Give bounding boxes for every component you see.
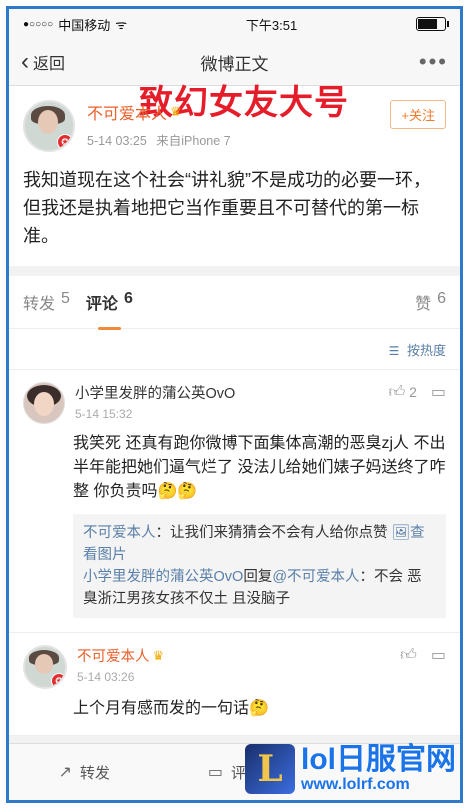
weibo-post: ✪ 不可爱本人 ♛ 5-14 03:25 来自iPhone 7 +关注 我知道现…	[9, 86, 460, 266]
comment-time: 5-14 03:26	[77, 670, 135, 684]
carrier-name: 中国移动	[58, 17, 111, 33]
post-meta: 5-14 03:25 来自iPhone 7	[87, 130, 231, 149]
tab-likes[interactable]: 赞 6	[415, 290, 446, 314]
sort-bar: ☰ 按热度	[9, 329, 460, 370]
watermark-title: lol日服官网	[301, 743, 456, 776]
wifi-icon: ᯤ	[115, 17, 128, 32]
reply-text: ：让我们来猜猜会不会有人给你点赞	[155, 525, 388, 541]
comment-text: 上个月有感而发的一句话🤔	[73, 700, 269, 717]
status-time: 下午3:51	[245, 17, 298, 33]
author-name: 不可爱本人	[87, 106, 168, 123]
reply-author[interactable]: 不可爱本人	[83, 525, 156, 541]
tab-repost-count: 5	[61, 290, 70, 307]
signal-icon: ●○○○○	[23, 18, 54, 30]
tab-comments[interactable]: 评论 6	[85, 290, 133, 330]
post-source: 来自iPhone 7	[156, 134, 231, 148]
repost-label: 转发	[79, 764, 110, 782]
nav-bar: ‹ 返回 微博正文 •••	[9, 39, 460, 86]
tab-comments-count: 6	[123, 290, 133, 307]
battery-icon	[416, 17, 449, 31]
tab-likes-label: 赞	[415, 296, 432, 313]
sort-button[interactable]: ☰ 按热度	[389, 340, 446, 359]
post-text: 我知道现在这个社会“讲礼貌”不是成功的必要一环，但我还是执着地把它当作重要且不可…	[23, 170, 431, 246]
comment-author[interactable]: 小学里发胖的蒲公英OvO	[75, 382, 388, 403]
post-tabs: 转发 5 评论 6 赞 6	[9, 276, 460, 330]
repost-button[interactable]: ↗ 转发	[9, 762, 159, 783]
verified-badge-icon: ✪	[51, 673, 65, 687]
avatar[interactable]: ✪	[23, 645, 67, 689]
post-time: 5-14 03:25	[87, 134, 147, 148]
avatar[interactable]	[23, 382, 65, 424]
watermark-url: www.lolrf.com	[301, 776, 410, 793]
tab-likes-count: 6	[437, 290, 446, 307]
tab-repost-label: 转发	[23, 296, 56, 313]
comment-author[interactable]: 不可爱本人 ♛	[77, 645, 400, 666]
list-item: ✪ 不可爱本人 ♛ 5-14 03:26 👍︎ ▭ 上个月有感而发的一句话🤔	[9, 633, 460, 736]
reply-icon[interactable]: ▭	[431, 645, 446, 665]
like-count: 2	[409, 383, 417, 400]
back-button[interactable]: ‹ 返回	[21, 50, 65, 74]
back-label: 返回	[33, 56, 66, 73]
reply-target[interactable]: @不可爱本人	[272, 569, 359, 585]
phone-frame: ●○○○○ 中国移动 ᯤ 下午3:51 ‹ 返回 微博正文 ••• 致幻女友大号…	[6, 6, 463, 803]
reply-thread: 不可爱本人：让我们来猜猜会不会有人给你点赞 🖼查看图片 小学里发胖的蒲公英OvO…	[73, 514, 446, 618]
more-options-icon[interactable]: •••	[419, 49, 448, 75]
comment-text: 我笑死 还真有跑你微博下面集体高潮的恶臭zj人 不出半年能把她们逼气烂了 没法儿…	[73, 435, 446, 500]
share-icon: ↗	[58, 764, 72, 781]
sort-label: 按热度	[406, 342, 446, 358]
reply-item: 小学里发胖的蒲公英OvO回复@不可爱本人：不会 恶臭浙江男孩女孩不仅土 且没脑子	[83, 566, 436, 610]
crown-badge-icon: ♛	[152, 647, 165, 663]
watermark: L lol日服官网 www.lolrf.com	[245, 744, 456, 794]
verified-badge-icon: ✪	[57, 134, 73, 150]
reply-verb: 回复	[243, 569, 273, 585]
comment-author-name: 不可爱本人	[77, 649, 150, 665]
avatar[interactable]: ✪	[23, 100, 75, 152]
reply-author[interactable]: 小学里发胖的蒲公英OvO	[83, 569, 243, 585]
tab-repost[interactable]: 转发 5	[23, 290, 70, 314]
follow-button[interactable]: +关注	[390, 100, 446, 129]
chevron-left-icon: ‹	[21, 48, 29, 75]
tab-comments-label: 评论	[85, 296, 118, 313]
lol-logo-icon: L	[245, 744, 295, 794]
thumbs-up-icon[interactable]: 👍︎	[400, 646, 417, 665]
reply-icon[interactable]: ▭	[431, 382, 446, 402]
comment-time: 5-14 15:32	[75, 407, 133, 421]
page-title: 微博正文	[200, 54, 269, 74]
reply-item: 不可爱本人：让我们来猜猜会不会有人给你点赞 🖼查看图片	[83, 522, 436, 566]
status-bar: ●○○○○ 中国移动 ᯤ 下午3:51	[9, 9, 460, 39]
list-item: 小学里发胖的蒲公英OvO 5-14 15:32 👍︎ 2 ▭ 我笑死 还真有跑你…	[9, 370, 460, 633]
comment-icon: ▭	[207, 764, 224, 781]
sort-icon: ☰	[388, 343, 400, 358]
post-author[interactable]: 不可爱本人 ♛	[87, 100, 231, 124]
thumbs-up-icon: 👍︎	[388, 383, 406, 401]
like-button[interactable]: 👍︎ 2	[388, 383, 416, 402]
crown-badge-icon: ♛	[170, 104, 182, 119]
